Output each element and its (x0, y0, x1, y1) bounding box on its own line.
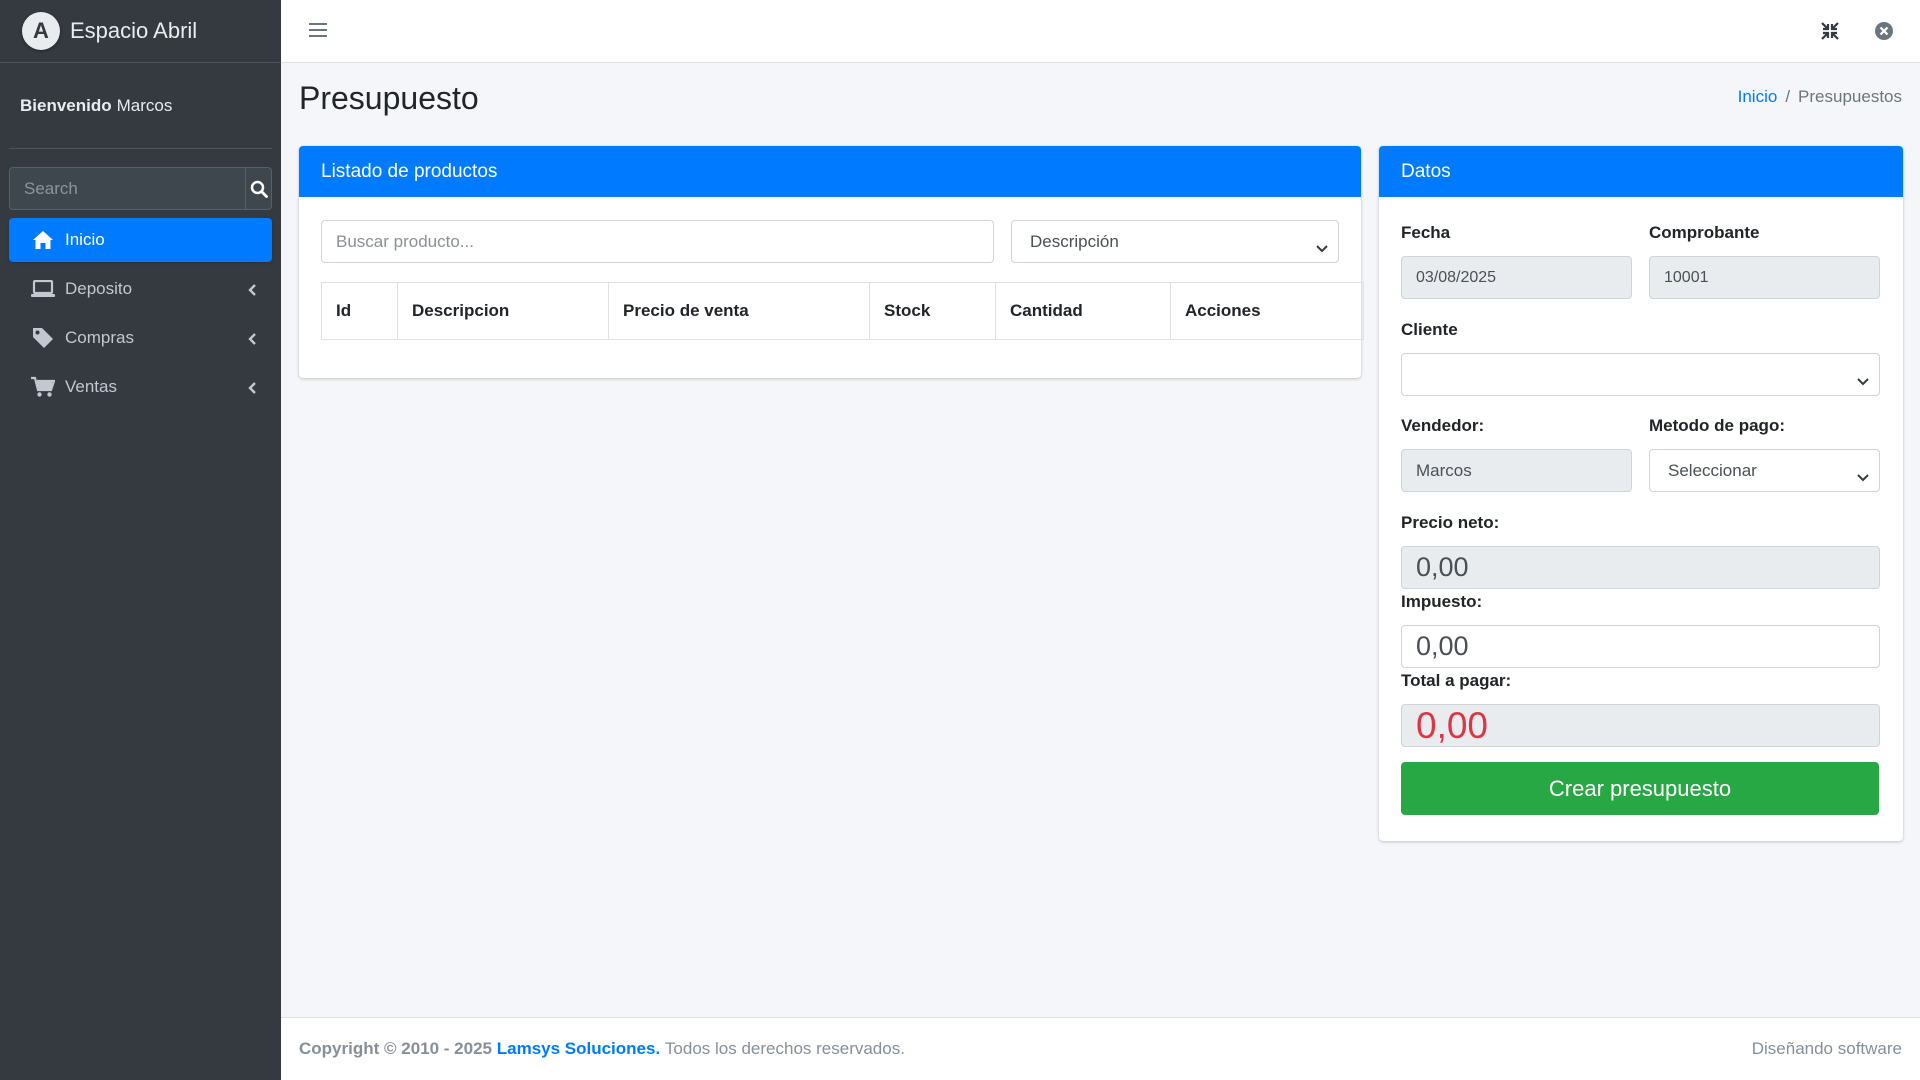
table-header-row: Id Descripcion Precio de venta Stock Can… (321, 282, 1364, 340)
user-panel: Bienvenido Marcos (9, 63, 272, 149)
product-filter-value: Descripción (1030, 231, 1119, 251)
metodo-pago-value: Seleccionar (1668, 460, 1757, 480)
breadcrumb-separator: / (1785, 87, 1791, 106)
chevron-down-icon (1857, 371, 1869, 391)
user-name: Marcos (116, 95, 173, 115)
fullscreen-exit-icon[interactable] (1820, 21, 1840, 46)
vendedor-field[interactable]: Marcos (1401, 449, 1632, 492)
cart-icon (31, 376, 55, 398)
laptop-icon (31, 278, 55, 300)
column-header-precio[interactable]: Precio de venta (608, 282, 870, 340)
column-header-stock[interactable]: Stock (869, 282, 996, 340)
sidebar-item-label: Ventas (65, 377, 117, 396)
footer-rights: Todos los derechos reservados. (664, 1039, 905, 1058)
user-greeting: Bienvenido (20, 95, 112, 115)
sidebar-item-deposito[interactable]: Deposito (9, 267, 272, 311)
cliente-label: Cliente (1401, 320, 1458, 339)
chevron-down-icon (1316, 238, 1328, 258)
product-search-input[interactable]: Buscar producto... (321, 220, 994, 263)
footer-company-link[interactable]: Lamsys Soluciones. (497, 1039, 660, 1059)
sidebar-search (9, 167, 272, 210)
fecha-field[interactable]: 03/08/2025 (1401, 256, 1632, 299)
comprobante-label: Comprobante (1649, 223, 1760, 242)
page-title: Presupuesto (299, 80, 479, 116)
breadcrumb-home-link[interactable]: Inicio (1738, 87, 1778, 106)
sidebar-item-label: Deposito (65, 279, 133, 298)
metodo-pago-select[interactable]: Seleccionar (1649, 449, 1880, 492)
sidebar: A Espacio Abril Bienvenido Marcos Inicio… (0, 0, 281, 1080)
chevron-left-icon (248, 330, 256, 350)
products-table: Id Descripcion Precio de venta Stock Can… (321, 282, 1364, 340)
chevron-left-icon (248, 281, 256, 301)
cliente-select[interactable] (1401, 353, 1880, 396)
top-navbar (281, 0, 1920, 63)
breadcrumb: Inicio / Presupuestos (1738, 87, 1902, 107)
sidebar-item-inicio[interactable]: Inicio (9, 218, 272, 262)
breadcrumb-current: Presupuestos (1798, 87, 1902, 106)
fecha-label: Fecha (1401, 223, 1451, 242)
chevron-down-icon (1857, 467, 1869, 487)
vendedor-label: Vendedor: (1401, 416, 1485, 435)
hamburger-icon[interactable] (309, 22, 327, 43)
product-filter-select[interactable]: Descripción (1011, 220, 1339, 263)
column-header-descripcion[interactable]: Descripcion (397, 282, 609, 340)
brand-link[interactable]: A Espacio Abril (0, 0, 281, 63)
sidebar-item-ventas[interactable]: Ventas (9, 365, 272, 409)
chevron-left-icon (248, 379, 256, 399)
sidebar-nav: Inicio Deposito Compras Ventas (0, 218, 281, 409)
metodo-pago-label: Metodo de pago: (1649, 416, 1785, 435)
footer-copyright: Copyright © 2010 - 2025 (299, 1039, 492, 1058)
products-card-header: Listado de productos (299, 146, 1361, 197)
sidebar-item-label: Compras (65, 328, 134, 347)
datos-card: Datos Fecha 03/08/2025 Comprobante 10001… (1379, 146, 1903, 841)
column-header-acciones[interactable]: Acciones (1170, 282, 1364, 340)
precio-neto-field[interactable]: 0,00 (1401, 546, 1880, 589)
total-field[interactable]: 0,00 (1401, 704, 1880, 747)
search-icon (250, 180, 268, 198)
column-header-id[interactable]: Id (321, 282, 398, 340)
products-card: Listado de productos Buscar producto... … (299, 146, 1364, 378)
footer-right-text: Diseñando software (1751, 1039, 1902, 1058)
precio-neto-label: Precio neto: (1401, 513, 1500, 532)
home-icon (31, 229, 55, 251)
total-label: Total a pagar: (1401, 671, 1512, 690)
column-header-cantidad[interactable]: Cantidad (995, 282, 1171, 340)
sidebar-search-button[interactable] (245, 167, 272, 210)
impuesto-label: Impuesto: (1401, 592, 1483, 611)
crear-presupuesto-button[interactable]: Crear presupuesto (1401, 762, 1879, 815)
comprobante-field[interactable]: 10001 (1649, 256, 1880, 299)
brand-logo: A (22, 12, 60, 50)
footer: Copyright © 2010 - 2025 Lamsys Solucione… (281, 1017, 1920, 1080)
impuesto-field[interactable]: 0,00 (1401, 625, 1880, 668)
datos-card-header: Datos (1379, 146, 1903, 197)
sidebar-search-input[interactable] (9, 167, 245, 210)
brand-name: Espacio Abril (70, 18, 198, 43)
close-circle-icon[interactable] (1874, 21, 1894, 46)
sidebar-item-label: Inicio (65, 230, 105, 249)
sidebar-item-compras[interactable]: Compras (9, 316, 272, 360)
tag-icon (31, 327, 55, 349)
